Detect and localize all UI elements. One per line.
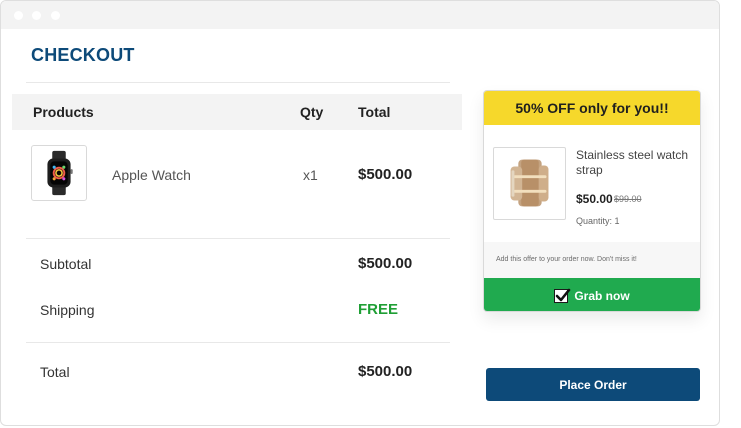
offer-quantity: Quantity: 1 xyxy=(576,216,620,226)
subtotal-value: $500.00 xyxy=(358,255,413,272)
qty-column-header: Qty xyxy=(300,104,324,120)
checkout-title: CHECKOUT xyxy=(31,45,135,65)
total-label: Total xyxy=(40,364,70,380)
offer-note: Add this offer to your order now. Don't … xyxy=(484,242,700,278)
grab-now-button[interactable]: Grab now xyxy=(484,278,700,311)
window-titlebar xyxy=(1,1,719,29)
place-order-button[interactable]: Place Order xyxy=(486,368,700,401)
products-divider xyxy=(26,238,450,239)
product-image-apple-watch xyxy=(31,145,87,201)
checkbox-checked-icon xyxy=(554,288,571,303)
products-column-header: Products xyxy=(33,104,94,120)
watch-strap-image-icon xyxy=(510,159,549,207)
window-control-dot-maximize[interactable] xyxy=(51,11,60,20)
offer-banner: 50% OFF only for you!! xyxy=(484,91,700,125)
window-control-dot-close[interactable] xyxy=(14,11,23,20)
title-divider xyxy=(26,82,450,83)
checkmark-icon xyxy=(556,288,571,301)
apple-watch-image-icon xyxy=(47,150,73,196)
browser-window: CHECKOUT Products Qty Total Apple Watch … xyxy=(0,0,720,426)
products-table-header: Products Qty Total xyxy=(12,94,462,130)
grab-now-label: Grab now xyxy=(574,288,630,303)
summary-divider xyxy=(26,342,450,343)
product-name: Apple Watch xyxy=(112,167,191,183)
window-control-dot-minimize[interactable] xyxy=(32,11,41,20)
offer-product-name: Stainless steel watch strap xyxy=(576,148,689,177)
watch-strap-image xyxy=(493,147,566,220)
shipping-label: Shipping xyxy=(40,302,95,318)
product-total: $500.00 xyxy=(358,166,413,183)
offer-price: $50.00 xyxy=(576,192,613,206)
subtotal-label: Subtotal xyxy=(40,256,92,272)
special-offer-card: 50% OFF only for you!! Stainless steel w… xyxy=(483,90,701,312)
total-value: $500.00 xyxy=(358,363,413,380)
shipping-value: FREE xyxy=(358,301,399,318)
offer-old-price: $99.00 xyxy=(614,194,642,204)
product-quantity: x1 xyxy=(303,167,318,183)
total-column-header: Total xyxy=(358,104,391,120)
